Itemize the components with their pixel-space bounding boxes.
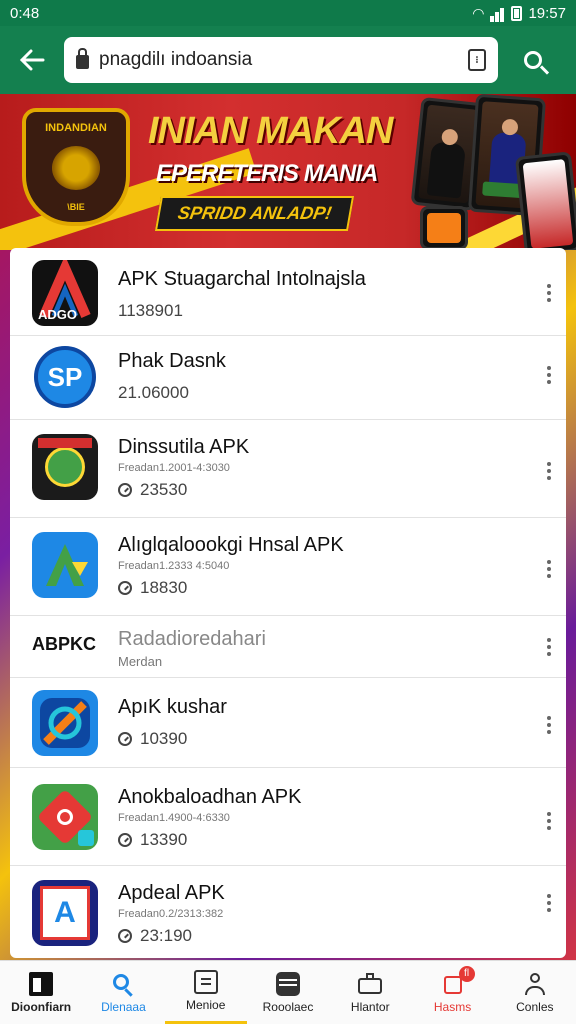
- lock-icon: [76, 48, 89, 69]
- promo-banner[interactable]: INDANDIAN \BIE INIAN MAKAN EPERETERIS MA…: [0, 94, 576, 250]
- phone-image: [420, 206, 468, 250]
- status-icons: ◠ 19:57: [472, 5, 566, 22]
- list-item[interactable]: Anokbaloadhan APK Freadan1.4900-4:6330 1…: [10, 768, 566, 866]
- more-options-icon[interactable]: [546, 284, 552, 302]
- downloads-icon: [118, 483, 132, 497]
- app-meta: 18830: [118, 578, 526, 598]
- banner-cta-button[interactable]: SPRIDD ANLADP!: [154, 196, 355, 231]
- status-time-right: 19:57: [528, 4, 566, 22]
- apdeal-icon: A: [32, 880, 98, 946]
- app-title: APK Stuagarchal Intolnajsla: [118, 268, 366, 290]
- app-subtitle: Freadan1.4900-4:6330: [118, 812, 230, 824]
- status-time-left: 0:48: [10, 4, 40, 22]
- more-options-icon[interactable]: [546, 812, 552, 830]
- search-icon: [524, 51, 542, 69]
- tabs-icon[interactable]: ⁝: [468, 49, 486, 71]
- nav-profile[interactable]: Conles: [494, 961, 576, 1024]
- more-options-icon[interactable]: [546, 716, 552, 734]
- nav-search[interactable]: Dlenaaa: [82, 961, 164, 1024]
- kushar-icon: [32, 690, 98, 756]
- app-title: Anokbaloadhan APK: [118, 786, 302, 808]
- app-meta: 23:190: [118, 926, 526, 946]
- signal-icon: [490, 5, 505, 22]
- search-icon: [111, 972, 135, 997]
- app-meta: 10390: [118, 729, 526, 749]
- menu-icon: [193, 970, 218, 994]
- list-item[interactable]: A Apdeal APK Freadan0.2/2313:382 23:190: [10, 866, 566, 958]
- url-bar[interactable]: pnagdilı indoansia ⁝: [64, 37, 498, 83]
- profile-icon: [523, 972, 547, 996]
- downloads-icon: [118, 581, 132, 595]
- home-icon: [29, 971, 54, 996]
- app-title: Radadioredahari: [118, 628, 266, 650]
- list-item[interactable]: Alıglqaloookgi Hnsal APK Freadan1.2333 4…: [10, 518, 566, 616]
- nav-storage[interactable]: Rooolaec: [247, 961, 329, 1024]
- abpkc-icon: ABPKC: [32, 634, 97, 654]
- app-meta: 21.06000: [118, 383, 189, 402]
- app-meta: 1138901: [118, 301, 183, 320]
- status-bar: 0:48 ◠ 19:57: [0, 0, 576, 26]
- app-title: Apdeal APK: [118, 882, 225, 904]
- app-title: ApıK kushar: [118, 696, 227, 718]
- arrow-a-icon: [32, 532, 98, 598]
- app-subtitle: Freadan1.2333 4:5040: [118, 560, 230, 572]
- list-item[interactable]: Dinssutila APK Freadan1.2001-4:3030 2353…: [10, 420, 566, 518]
- storage-icon: [275, 971, 300, 996]
- back-arrow-icon: [19, 49, 45, 71]
- downloads-icon: [118, 833, 132, 847]
- nav-notifications[interactable]: fl Hasms: [411, 961, 493, 1024]
- more-options-icon[interactable]: [546, 560, 552, 578]
- app-meta: 13390: [118, 830, 526, 850]
- sp-icon: SP: [32, 344, 98, 410]
- more-options-icon[interactable]: [546, 366, 552, 384]
- more-options-icon[interactable]: [546, 638, 552, 656]
- banner-subtitle: EPERETERIS MANIA: [156, 160, 378, 187]
- app-meta: 23530: [118, 480, 526, 500]
- app-list: ADGO APK Stuagarchal Intolnajsla 1138901…: [10, 248, 566, 958]
- banner-title: INIAN MAKAN: [148, 110, 393, 152]
- downloads-icon: [118, 732, 132, 746]
- notification-icon: fl: [441, 965, 475, 996]
- app-subtitle: Freadan1.2001-4:3030: [118, 462, 230, 474]
- more-options-icon[interactable]: [546, 894, 552, 912]
- bottom-navigation: Dioonfiarn Dlenaaa Menioe Rooolaec Hlant…: [0, 960, 576, 1024]
- app-subtitle: Freadan0.2/2313:382: [118, 908, 224, 920]
- search-button[interactable]: [498, 26, 568, 94]
- more-options-icon[interactable]: [546, 462, 552, 480]
- garuda-icon: [52, 146, 100, 190]
- notification-badge: fl: [458, 965, 475, 982]
- back-button[interactable]: [0, 26, 64, 94]
- app-subtitle: Merdan: [118, 654, 163, 669]
- wifi-icon: ◠: [472, 4, 485, 21]
- list-item[interactable]: ApıK kushar 10390: [10, 678, 566, 768]
- app-title: Phak Dasnk: [118, 350, 226, 372]
- app-title: Dinssutila APK: [118, 436, 250, 458]
- phone-image: [514, 151, 576, 250]
- list-item[interactable]: ABPKC Radadioredahari Merdan: [10, 616, 566, 678]
- red-tool-icon: [32, 784, 98, 850]
- downloads-icon: [118, 929, 132, 943]
- briefcase-icon: [358, 972, 383, 996]
- app-title: Alıglqaloookgi Hnsal APK: [118, 534, 344, 556]
- nav-home[interactable]: Dioonfiarn: [0, 961, 82, 1024]
- list-item[interactable]: SP Phak Dasnk 21.06000: [10, 336, 566, 420]
- adgo-icon: ADGO: [32, 260, 98, 326]
- list-item[interactable]: ADGO APK Stuagarchal Intolnajsla 1138901: [10, 248, 566, 336]
- nav-briefcase[interactable]: Hlantor: [329, 961, 411, 1024]
- url-text: pnagdilı indoansia: [99, 49, 253, 70]
- battery-icon: [511, 5, 523, 21]
- soccer-icon: [32, 434, 98, 500]
- emblem-logo: INDANDIAN \BIE: [22, 108, 130, 226]
- nav-menu[interactable]: Menioe: [164, 961, 247, 1024]
- app-bar: pnagdilı indoansia ⁝: [0, 26, 576, 94]
